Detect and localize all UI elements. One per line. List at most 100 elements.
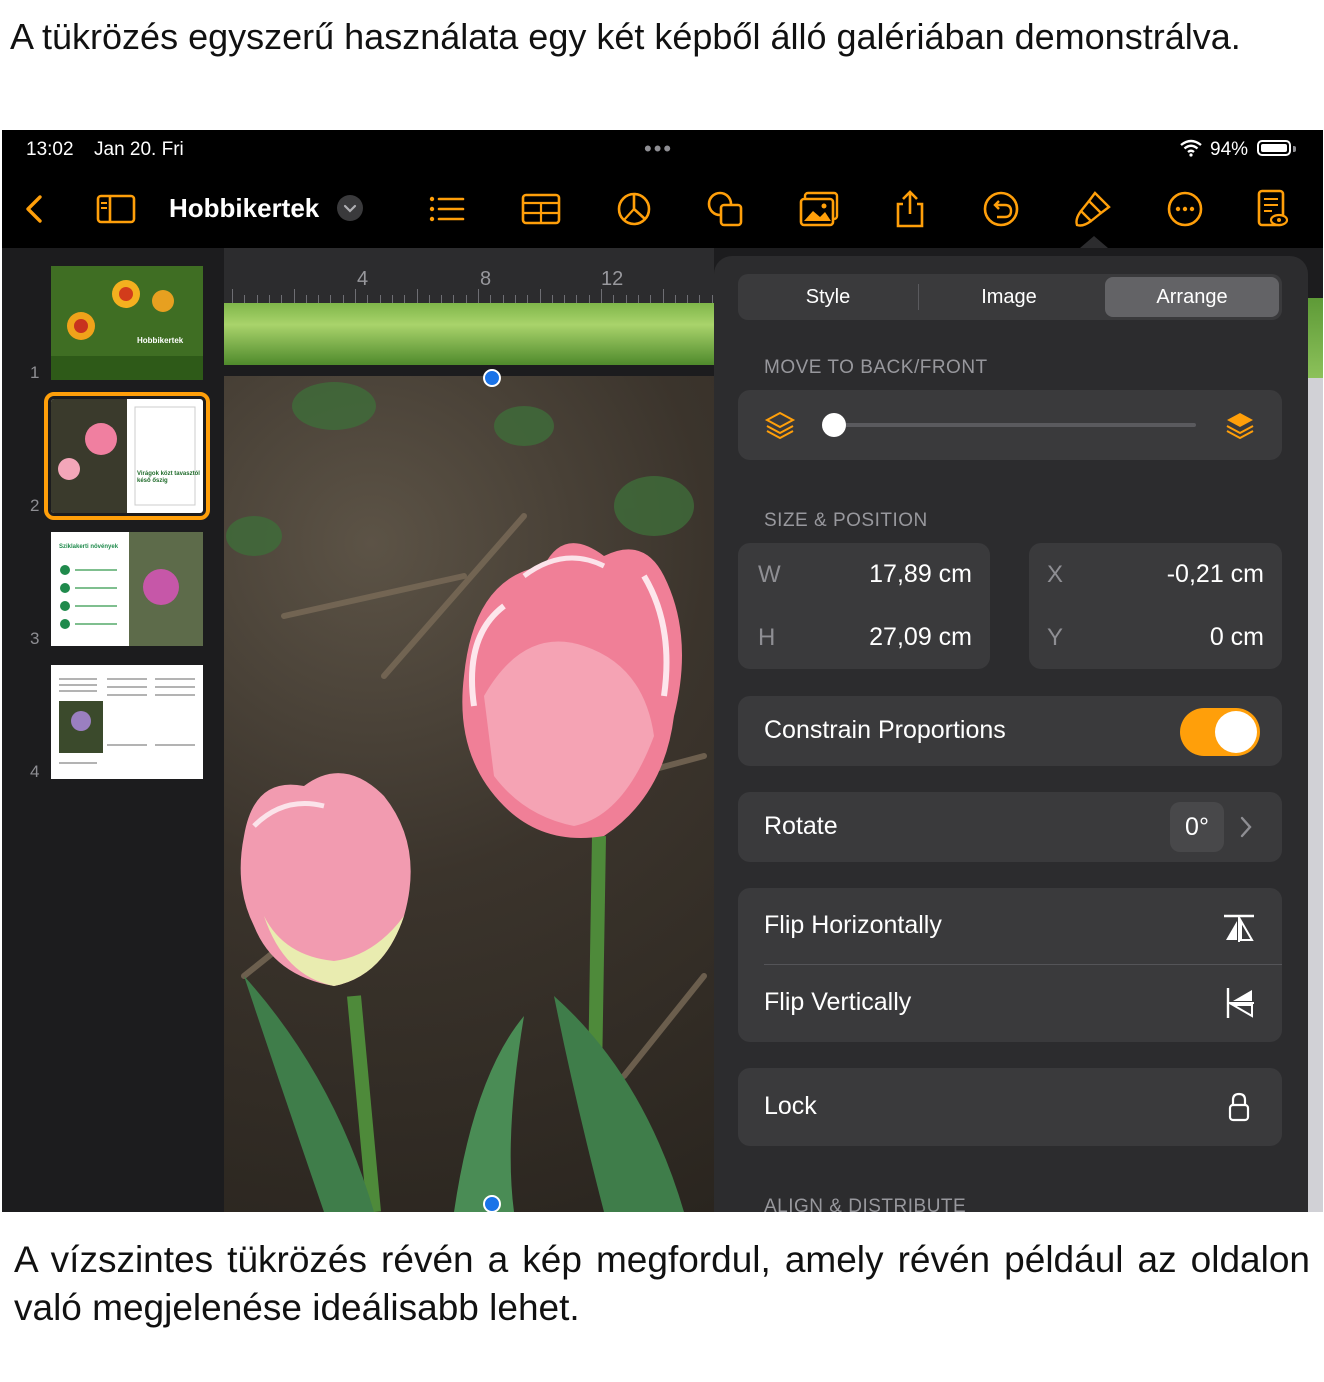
flip-vertical-row[interactable]: Flip Vertically (738, 966, 1282, 1042)
ruler-tick (711, 295, 713, 303)
format-popover: Style Image Arrange MOVE TO BACK/FRONT S… (714, 256, 1308, 1212)
more-icon[interactable] (1165, 189, 1205, 229)
flip-vertical-label: Flip Vertically (764, 988, 912, 1016)
ruler-tick (539, 289, 541, 303)
status-time: 13:02 (26, 139, 74, 160)
ruler-tick (318, 295, 320, 303)
move-slider-card (738, 390, 1282, 460)
ruler-tick (613, 295, 615, 303)
height-field[interactable]: 27,09 cm (869, 623, 972, 652)
ruler-tick (465, 295, 467, 303)
top-image-strip[interactable] (224, 303, 714, 365)
ruler-tick (428, 295, 430, 303)
ruler-label: 4 (357, 268, 369, 290)
tab-image[interactable]: Image (922, 277, 1096, 317)
back-chevron-icon[interactable] (16, 189, 56, 229)
slide-thumbnail-2[interactable]: Virágok közt tavasztól késő őszig (44, 392, 210, 520)
sidebar-icon[interactable] (96, 189, 136, 229)
tab-divider (918, 284, 919, 310)
ruler-tick (268, 295, 270, 303)
popover-caret (1080, 236, 1108, 248)
slide-number: 1 (30, 363, 40, 382)
lock-row[interactable]: Lock (738, 1068, 1282, 1146)
width-key: W (758, 561, 781, 588)
slide-thumbnail-4[interactable] (51, 665, 203, 779)
selection-handle-top[interactable] (483, 369, 501, 387)
ruler-tick (527, 295, 529, 303)
ruler-tick (478, 289, 479, 303)
y-field[interactable]: 0 cm (1210, 623, 1264, 652)
media-icon[interactable] (799, 189, 839, 229)
selected-image[interactable] (224, 376, 714, 1212)
bring-to-front-icon[interactable] (1224, 409, 1256, 441)
ruler-tick (281, 295, 283, 303)
battery-icon (1257, 140, 1291, 156)
size-card: W 17,89 cm H 27,09 cm (738, 543, 990, 669)
move-slider-track[interactable] (834, 423, 1196, 427)
shapes-icon[interactable] (705, 189, 745, 229)
chevron-right-icon (1240, 816, 1252, 838)
multitasking-dots[interactable]: ••• (644, 136, 673, 162)
ruler-tick (514, 295, 516, 303)
size-section-label: SIZE & POSITION (764, 510, 928, 531)
height-key: H (758, 624, 776, 651)
chart-icon[interactable] (614, 189, 654, 229)
slide-canvas[interactable]: 4 8 12 (224, 248, 714, 1212)
caption-bottom: A vízszintes tükrözés révén a kép megfor… (14, 1239, 1310, 1328)
document-title[interactable]: Hobbikertek (169, 193, 319, 224)
rotate-row[interactable]: Rotate 0° (738, 792, 1282, 862)
slide-thumbnail-1[interactable]: Hobbikertek (51, 266, 203, 380)
ruler-tick (441, 295, 443, 303)
lock-icon (1228, 1092, 1250, 1122)
format-tabs: Style Image Arrange (738, 274, 1282, 320)
ruler-tick (355, 289, 356, 303)
selection-handle-bottom[interactable] (483, 1195, 501, 1212)
flip-horizontal-row[interactable]: Flip Horizontally (738, 888, 1282, 964)
ruler-tick (293, 289, 295, 303)
move-section-label: MOVE TO BACK/FRONT (764, 357, 988, 378)
ipad-screen: 13:02 Jan 20. Fri ••• 94% Hobbikertek 1 … (2, 130, 1323, 1212)
constrain-toggle[interactable] (1180, 708, 1260, 756)
tab-arrange[interactable]: Arrange (1105, 277, 1279, 317)
table-icon[interactable] (521, 189, 561, 229)
flip-divider (764, 964, 1282, 965)
tab-style[interactable]: Style (741, 277, 915, 317)
position-card: X -0,21 cm Y 0 cm (1029, 543, 1282, 669)
status-date: Jan 20. Fri (94, 139, 184, 160)
battery-tip (1293, 146, 1296, 152)
scrollbar[interactable] (1308, 378, 1323, 1212)
ruler-tick (330, 295, 332, 303)
rotate-label: Rotate (764, 812, 838, 840)
lock-label: Lock (764, 1092, 817, 1120)
slide-thumbnail-title: Hobbikertek (137, 336, 184, 345)
share-icon[interactable] (890, 189, 930, 229)
ruler-tick (244, 295, 246, 303)
slide-thumbnail-title: Sziklakerti növények (59, 544, 119, 550)
rotate-value[interactable]: 0° (1170, 802, 1224, 852)
width-field[interactable]: 17,89 cm (869, 560, 972, 589)
ruler-tick (699, 295, 701, 303)
x-field[interactable]: -0,21 cm (1167, 560, 1264, 589)
slide-thumbnail-3[interactable]: Sziklakerti növények (51, 532, 203, 646)
move-to-back-icon[interactable] (764, 409, 796, 441)
ruler-tick (404, 295, 406, 303)
battery-percent: 94% (1210, 139, 1249, 160)
list-icon[interactable] (427, 189, 467, 229)
align-section-label: ALIGN & DISTRIBUTE (764, 1196, 967, 1212)
tulip-photo (226, 382, 707, 1212)
reading-view-icon[interactable] (1254, 189, 1294, 229)
ruler-tick (379, 295, 381, 303)
ruler-tick (256, 295, 258, 303)
undo-icon[interactable] (981, 189, 1021, 229)
ruler-tick (625, 295, 627, 303)
ruler-tick (637, 295, 639, 303)
title-chevron-down-icon[interactable] (337, 195, 363, 221)
ruler-tick (687, 295, 689, 303)
move-slider-knob[interactable] (822, 413, 846, 437)
format-brush-icon[interactable] (1073, 189, 1113, 229)
constrain-row: Constrain Proportions (738, 696, 1282, 766)
constrain-label: Constrain Proportions (764, 716, 1006, 744)
ruler-tick (232, 289, 233, 303)
y-key: Y (1047, 624, 1064, 651)
ruler-tick (453, 295, 455, 303)
